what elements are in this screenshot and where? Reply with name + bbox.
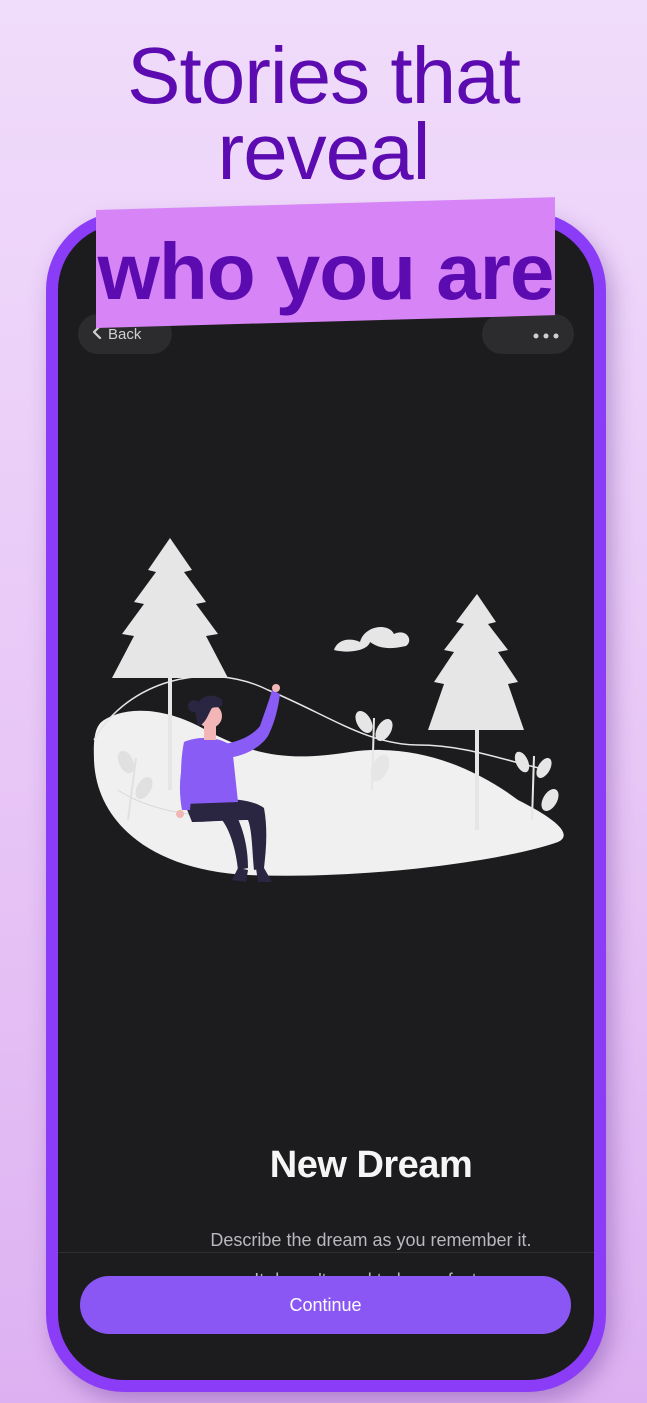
divider — [58, 1252, 594, 1253]
screen-title: New Dream — [269, 1144, 473, 1186]
headline-line-1: Stories that — [127, 31, 521, 120]
more-icon — [532, 326, 560, 343]
more-button[interactable] — [482, 314, 574, 354]
description-line-1: Describe the dream as you remember it. — [210, 1230, 532, 1250]
continue-button[interactable]: Continue — [80, 1276, 571, 1334]
dream-illustration — [93, 538, 564, 882]
back-label: Back — [108, 325, 142, 343]
cloud — [334, 627, 410, 652]
hill — [93, 710, 564, 876]
headline-line-2: reveal — [217, 107, 431, 196]
headline: Stories that reveal — [0, 31, 647, 196]
headline-highlight: who you are — [97, 227, 555, 316]
